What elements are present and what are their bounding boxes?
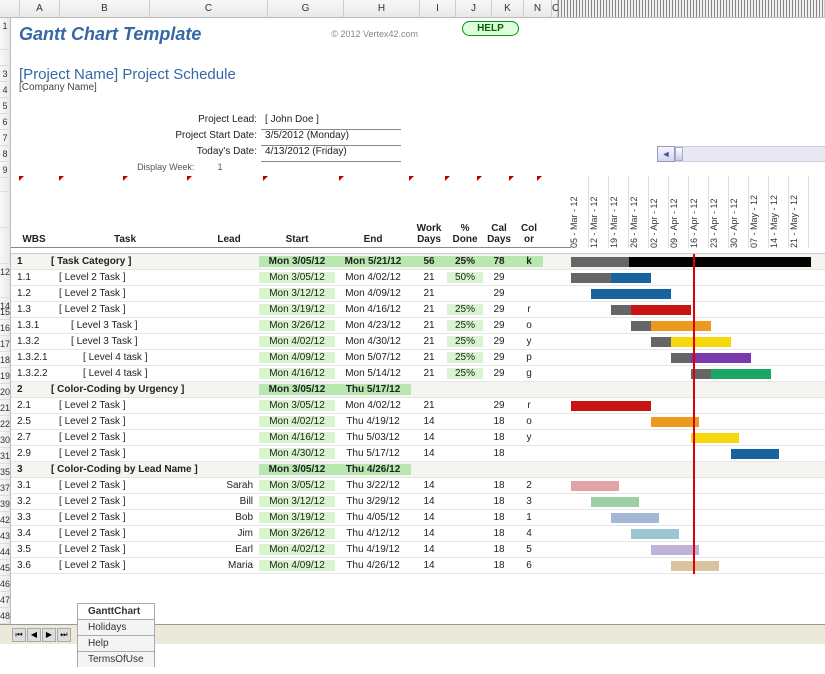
- th-lead: Lead: [199, 234, 259, 247]
- table-row[interactable]: 1.1[ Level 2 Task ]Mon 3/05/12Mon 4/02/1…: [11, 270, 825, 286]
- table-row[interactable]: 1.3.2.1[ Level 4 task ]Mon 4/09/12Mon 5/…: [11, 350, 825, 366]
- table-row[interactable]: 3.1[ Level 2 Task ]SarahMon 3/05/12Thu 3…: [11, 478, 825, 494]
- table-row[interactable]: 2.9[ Level 2 Task ]Mon 4/30/12Thu 5/17/1…: [11, 446, 825, 462]
- th-start: Start: [259, 234, 335, 247]
- table-row[interactable]: 3.2[ Level 2 Task ]BillMon 3/12/12Thu 3/…: [11, 494, 825, 510]
- gantt-bar-area: [571, 366, 815, 382]
- gantt-bar-area: [571, 494, 815, 510]
- sheet-tabs: ⏮ ◀ ▶ ⏭ GanttChartHolidaysHelpTermsOfUse: [0, 624, 825, 644]
- table-row[interactable]: 1.2[ Level 2 Task ]Mon 3/12/12Mon 4/09/1…: [11, 286, 825, 302]
- th-color: Color: [515, 223, 543, 247]
- table-row[interactable]: 2.5[ Level 2 Task ]Mon 4/02/12Thu 4/19/1…: [11, 414, 825, 430]
- th-task: Task: [51, 234, 199, 247]
- row-numbers: 1345678912141516171819202122303135373942…: [0, 18, 11, 624]
- gantt-bar-area: [571, 382, 815, 398]
- lead-label: Project Lead:: [11, 114, 261, 130]
- today-date-label: Today's Date:: [11, 146, 261, 162]
- company-name: [Company Name]: [11, 82, 97, 98]
- horizontal-scrollbar[interactable]: ◄ ►: [657, 146, 825, 162]
- gantt-bar-area: [571, 510, 815, 526]
- gantt-bar-area: [571, 270, 815, 286]
- th-done: %Done: [447, 223, 483, 247]
- gantt-bar-area: [571, 462, 815, 478]
- table-row[interactable]: 3.4[ Level 2 Task ]JimMon 3/26/12Thu 4/1…: [11, 526, 825, 542]
- lead-value[interactable]: [ John Doe ]: [261, 114, 401, 130]
- gantt-bar-area: [571, 446, 815, 462]
- page-title: Gantt Chart Template: [11, 24, 201, 45]
- copyright-text: © 2012 Vertex42.com: [331, 29, 418, 39]
- gantt-bar-area: [571, 414, 815, 430]
- gantt-bar-area: [571, 318, 815, 334]
- column-headers: ABCGHIJKNO: [0, 0, 825, 18]
- th-wbs: WBS: [11, 234, 51, 247]
- th-end: End: [335, 234, 411, 247]
- table-row[interactable]: 3[ Color-Coding by Lead Name ]Mon 3/05/1…: [11, 462, 825, 478]
- today-date-value[interactable]: 4/13/2012 (Friday): [261, 146, 401, 162]
- th-work: WorkDays: [411, 223, 447, 247]
- table-row[interactable]: 2[ Color-Coding by Urgency ]Mon 3/05/12T…: [11, 382, 825, 398]
- tab-last[interactable]: ⏭: [57, 628, 71, 642]
- sheet-tab-ganttchart[interactable]: GanttChart: [77, 603, 155, 619]
- table-row[interactable]: 1.3.2[ Level 3 Task ]Mon 4/02/12Mon 4/30…: [11, 334, 825, 350]
- gantt-date-headers: 05 - Mar - 1212 - Mar - 1219 - Mar - 122…: [569, 176, 809, 248]
- schedule-title: [Project Name] Project Schedule: [11, 66, 236, 82]
- gantt-bar-area: [571, 302, 815, 318]
- table-row[interactable]: 2.1[ Level 2 Task ]Mon 3/05/12Mon 4/02/1…: [11, 398, 825, 414]
- sheet-tab-termsofuse[interactable]: TermsOfUse: [77, 651, 155, 667]
- sheet-tab-help[interactable]: Help: [77, 635, 155, 651]
- table-row[interactable]: 3.3[ Level 2 Task ]BobMon 3/19/12Thu 4/0…: [11, 510, 825, 526]
- table-row[interactable]: 1.3.2.2[ Level 4 task ]Mon 4/16/12Mon 5/…: [11, 366, 825, 382]
- help-button[interactable]: HELP: [462, 21, 519, 36]
- scroll-left-button[interactable]: ◄: [657, 146, 675, 162]
- display-week-label: Display Week: 1: [11, 162, 361, 176]
- gantt-bar-area: [571, 558, 815, 574]
- tab-prev[interactable]: ◀: [27, 628, 41, 642]
- gantt-bar-area: [571, 350, 815, 366]
- table-row[interactable]: 3.6[ Level 2 Task ]MariaMon 4/09/12Thu 4…: [11, 558, 825, 574]
- gantt-bar-area: [571, 526, 815, 542]
- table-row[interactable]: 1.3.1[ Level 3 Task ]Mon 3/26/12Mon 4/23…: [11, 318, 825, 334]
- tab-next[interactable]: ▶: [42, 628, 56, 642]
- gantt-bar-area: [571, 334, 815, 350]
- gantt-bar-area: [571, 542, 815, 558]
- sheet-tab-holidays[interactable]: Holidays: [77, 619, 155, 635]
- table-row[interactable]: 1[ Task Category ]Mon 3/05/12Mon 5/21/12…: [11, 254, 825, 270]
- gantt-bar-area: [571, 286, 815, 302]
- table-row[interactable]: 3.5[ Level 2 Task ]EarlMon 4/02/12Thu 4/…: [11, 542, 825, 558]
- gantt-bar-area: [571, 478, 815, 494]
- gantt-bar-area: [571, 430, 815, 446]
- th-cal: CalDays: [483, 223, 515, 247]
- start-date-value[interactable]: 3/5/2012 (Monday): [261, 130, 401, 146]
- table-row[interactable]: 2.7[ Level 2 Task ]Mon 4/16/12Thu 5/03/1…: [11, 430, 825, 446]
- tab-first[interactable]: ⏮: [12, 628, 26, 642]
- start-date-label: Project Start Date:: [11, 130, 261, 146]
- table-row[interactable]: 1.3[ Level 2 Task ]Mon 3/19/12Mon 4/16/1…: [11, 302, 825, 318]
- gantt-bar-area: [571, 254, 815, 270]
- gantt-bar-area: [571, 398, 815, 414]
